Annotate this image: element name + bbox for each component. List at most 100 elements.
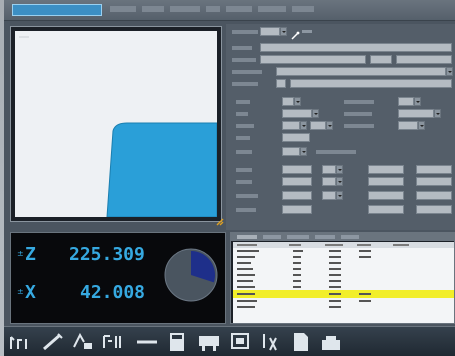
param-label — [236, 180, 252, 184]
parameter-panel — [226, 24, 455, 230]
dropdown-button[interactable] — [300, 147, 307, 156]
param-label — [236, 194, 258, 198]
param-field[interactable] — [282, 191, 312, 200]
dropdown-button[interactable] — [418, 121, 425, 130]
param-field[interactable] — [322, 191, 336, 200]
param-field[interactable] — [396, 55, 452, 64]
dropdown-button[interactable] — [300, 121, 307, 130]
param-label — [236, 112, 248, 116]
param-field[interactable] — [290, 79, 452, 88]
param-label — [316, 150, 356, 154]
menu-item[interactable] — [258, 6, 286, 12]
param-field[interactable] — [368, 191, 404, 200]
param-label — [232, 70, 262, 74]
jog-axis-icon[interactable] — [8, 330, 34, 354]
menu-item[interactable] — [292, 6, 314, 12]
menu-item[interactable] — [226, 6, 252, 12]
probe-icon[interactable] — [258, 330, 284, 354]
table-tabs — [231, 233, 454, 241]
table-tab[interactable] — [263, 235, 281, 239]
param-field[interactable] — [398, 121, 418, 130]
param-field[interactable] — [282, 133, 310, 142]
param-field[interactable] — [310, 121, 326, 130]
x-axis-label: X — [25, 282, 36, 303]
param-field[interactable] — [370, 55, 392, 64]
param-field[interactable] — [368, 165, 404, 174]
param-field[interactable] — [282, 177, 312, 186]
param-field[interactable] — [276, 79, 286, 88]
preview-resize-handle[interactable] — [216, 211, 224, 226]
param-label — [236, 136, 250, 140]
machine-icon[interactable] — [196, 330, 222, 354]
param-label — [236, 208, 256, 212]
table-tab[interactable] — [287, 235, 309, 239]
program-icon[interactable] — [100, 330, 126, 354]
param-field[interactable] — [398, 109, 434, 118]
param-field[interactable] — [282, 165, 312, 174]
x-axis-value: 42.008 — [80, 282, 146, 303]
dropdown-button[interactable] — [336, 177, 343, 186]
table-cell-contents — [237, 244, 409, 308]
param-label — [236, 124, 254, 128]
param-label — [232, 82, 258, 86]
table-tab[interactable] — [315, 235, 335, 239]
program-table — [233, 242, 454, 323]
cnc-control-app: ± Z 225.309 ± X 42.008 — [4, 0, 455, 356]
dropdown-button[interactable] — [434, 109, 441, 118]
param-field[interactable] — [260, 27, 280, 36]
graphic-preview-canvas[interactable] — [15, 31, 217, 217]
table-tab[interactable] — [237, 235, 257, 239]
param-field[interactable] — [276, 67, 446, 76]
minus-icon[interactable] — [134, 330, 160, 354]
z-axis-value: 225.309 — [69, 244, 145, 265]
calculator-icon[interactable] — [164, 330, 190, 354]
menu-item[interactable] — [110, 6, 136, 12]
table-tab[interactable] — [341, 235, 359, 239]
param-field[interactable] — [282, 109, 312, 118]
dropdown-button[interactable] — [446, 67, 453, 76]
tool-setup-icon[interactable] — [70, 330, 96, 354]
dropdown-button[interactable] — [336, 165, 343, 174]
tool-icon[interactable] — [40, 330, 66, 354]
settings-icon[interactable] — [318, 330, 344, 354]
param-field[interactable] — [322, 165, 336, 174]
dropdown-button[interactable] — [294, 97, 301, 106]
param-field[interactable] — [260, 43, 452, 52]
menu-item[interactable] — [206, 6, 220, 12]
param-field[interactable] — [282, 97, 294, 106]
dropdown-button[interactable] — [280, 27, 287, 36]
dropdown-button[interactable] — [336, 191, 343, 200]
param-label — [344, 100, 374, 104]
dropdown-button[interactable] — [326, 121, 333, 130]
param-field[interactable] — [282, 205, 312, 214]
param-field[interactable] — [416, 205, 452, 214]
param-label — [236, 168, 252, 172]
dropdown-button[interactable] — [414, 97, 421, 106]
z-axis-label: Z — [25, 244, 36, 265]
param-field[interactable] — [416, 191, 452, 200]
program-table-panel — [230, 232, 455, 324]
param-field[interactable] — [260, 55, 366, 64]
tool-edit-icon[interactable] — [290, 26, 300, 40]
menu-item-active[interactable] — [12, 4, 102, 16]
document-icon[interactable] — [288, 330, 314, 354]
param-label — [236, 150, 252, 154]
menu-item[interactable] — [142, 6, 164, 12]
param-label — [232, 58, 256, 62]
dropdown-button[interactable] — [312, 109, 319, 118]
param-field[interactable] — [416, 165, 452, 174]
param-field[interactable] — [368, 177, 404, 186]
param-field[interactable] — [416, 177, 452, 186]
param-label — [344, 124, 374, 128]
param-field[interactable] — [322, 177, 336, 186]
menu-item[interactable] — [170, 6, 200, 12]
param-field[interactable] — [368, 205, 404, 214]
param-field[interactable] — [282, 147, 300, 156]
param-label — [232, 30, 258, 34]
param-field[interactable] — [398, 97, 414, 106]
workpiece-contour-graphic — [19, 36, 217, 217]
z-direction-icon: ± — [17, 249, 24, 258]
top-menu-bar — [4, 0, 455, 21]
screen-icon[interactable] — [228, 330, 254, 354]
param-field[interactable] — [282, 121, 300, 130]
